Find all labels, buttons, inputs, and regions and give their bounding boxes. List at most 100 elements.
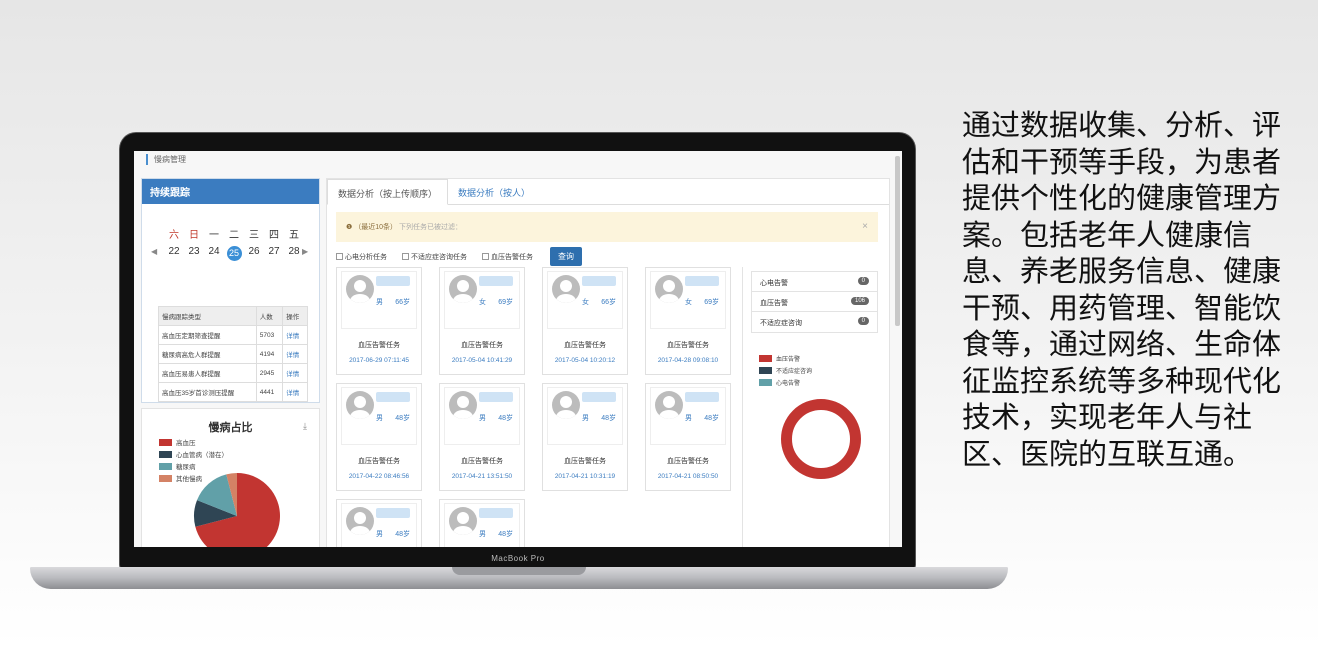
checkbox[interactable] — [402, 253, 409, 260]
card-photo: 女 69岁 — [650, 271, 726, 329]
task-time: 2017-06-29 07:11:45 — [349, 357, 409, 364]
stat-item[interactable]: 心电告警 0 — [752, 272, 877, 292]
name-blurred — [582, 392, 616, 402]
stat-label: 血压告警 — [760, 300, 788, 307]
weekday-label: 五 — [289, 230, 299, 241]
table-row: 高血压易患人群提醒 2945 详情 — [158, 363, 308, 383]
tab-by-upload-order[interactable]: 数据分析（按上传顺序） — [327, 179, 449, 205]
follow-table: 慢病跟踪类型 人数 操作 高血压定期筛查提醒 5703 详情 糖尿病高危人群提醒 4194 详… — [158, 306, 308, 402]
task-card[interactable]: 男 48岁 血压告警任务 2017-04-21 13:51:50 — [439, 383, 525, 491]
ring-segment[interactable] — [781, 399, 861, 479]
task-card[interactable]: 男 66岁 血压告警任务 2017-06-29 07:11:45 — [336, 267, 422, 375]
ring-legend: 血压告警 不适应症咨询心电告警 — [759, 352, 812, 388]
patient-sex: 男 — [376, 299, 383, 306]
task-time: 2017-04-21 10:31:19 — [554, 473, 616, 480]
task-time: 2017-05-04 10:20:12 — [554, 357, 616, 364]
checkbox[interactable] — [482, 253, 489, 260]
patient-age: 66岁 — [601, 299, 616, 306]
calendar-day[interactable]: 24 — [204, 246, 224, 261]
task-card[interactable]: 女 69岁 血压告警任务 2017-05-04 10:41:29 — [439, 267, 525, 375]
calendar-day[interactable]: 25 — [226, 246, 242, 261]
task-card[interactable]: 男 48岁 — [439, 499, 525, 547]
filter-ecg[interactable]: 心电分析任务 — [336, 252, 387, 262]
table-cell: 高血压易患人群提醒 — [158, 363, 257, 383]
legend-label: 心电告警 — [776, 380, 801, 387]
card-photo: 女 69岁 — [444, 271, 520, 329]
alert-text: 下列任务已被过滤： — [398, 224, 462, 231]
legend-swatch — [159, 450, 172, 458]
avatar-icon — [552, 391, 580, 419]
patient-sex: 女 — [582, 299, 589, 306]
disease-ratio-panel: 慢病占比 ⤓ 高血压 心血管病（潜在） 糖尿病 其他慢病 — [141, 408, 320, 547]
task-time: 2017-04-21 08:50:50 — [657, 473, 719, 480]
tab-by-person[interactable]: 数据分析（按人） — [448, 179, 540, 204]
patient-sex: 男 — [376, 531, 383, 538]
stat-item[interactable]: 血压告警 106 — [752, 292, 877, 312]
filter-alert: ❶ （最近10条） 下列任务已被过滤： × — [336, 212, 878, 242]
patient-age: 66岁 — [395, 299, 410, 306]
details-link[interactable]: 详情 — [282, 382, 308, 402]
task-card[interactable]: 男 48岁 血压告警任务 2017-04-21 10:31:19 — [542, 383, 628, 491]
weekday-label: 六 — [169, 230, 179, 241]
chart-title: 慢病占比 — [208, 422, 253, 434]
task-card[interactable]: 男 48岁血压告警任务 2017-04-21 08:50:50 — [645, 383, 731, 491]
download-icon[interactable]: ⤓ — [303, 421, 307, 432]
avatar-icon — [655, 275, 683, 303]
calendar-day[interactable]: 22 — [164, 246, 184, 261]
legend-item[interactable]: 血压告警 — [759, 352, 812, 364]
follow-panel: 持续跟踪 ◀ 六日一二三四五 22 23 24 25 26 27 28 ▶ 慢病跟踪类型 人数… — [141, 178, 320, 403]
table-header: 操作 — [282, 306, 308, 326]
filter-label: 心电分析任务 — [345, 253, 387, 261]
calendar-day[interactable]: 28 — [284, 246, 304, 261]
patient-sex: 男 — [685, 415, 692, 422]
name-blurred — [479, 276, 513, 286]
filter-bp[interactable]: 血压告警任务 — [482, 252, 533, 262]
patient-sex: 男 — [376, 415, 383, 422]
filter-consult[interactable]: 不适应症咨询任务 — [402, 252, 467, 262]
task-card[interactable]: 女 69岁 血压告警任务 2017-04-28 09:08:10 — [645, 267, 731, 375]
task-card[interactable]: 男 48岁 — [336, 499, 422, 547]
stat-item[interactable]: 不适应症咨询 0 — [752, 312, 877, 332]
weekday-label: 一 — [209, 230, 219, 241]
patient-age: 69岁 — [498, 299, 513, 306]
calendar-day[interactable]: 26 — [244, 246, 264, 261]
legend-label: 高血压 — [176, 440, 196, 447]
legend-swatch — [759, 354, 772, 362]
details-link[interactable]: 详情 — [282, 344, 308, 364]
card-photo: 男 48岁 — [341, 387, 417, 445]
task-card[interactable]: 女 66岁血压告警任务 2017-05-04 10:20:12 — [542, 267, 628, 375]
table-row: 高血压定期筛查提醒 5703 详情 — [158, 325, 308, 345]
filter-label: 血压告警任务 — [491, 253, 533, 261]
patient-sex: 男 — [582, 415, 589, 422]
analysis-tabs: 数据分析（按上传顺序） 数据分析（按人） — [327, 179, 889, 205]
task-type: 血压告警任务 — [564, 342, 606, 349]
calendar-day[interactable]: 23 — [184, 246, 204, 261]
prev-week-icon[interactable]: ◀ — [151, 247, 157, 256]
legend-swatch — [159, 462, 172, 470]
legend-item[interactable]: 不适应症咨询 — [759, 364, 812, 376]
legend-swatch — [159, 474, 172, 482]
checkbox[interactable] — [336, 253, 343, 260]
close-icon[interactable]: × — [862, 221, 868, 232]
patient-age: 48岁 — [601, 415, 616, 422]
legend-item[interactable]: 心电告警 — [759, 376, 812, 388]
next-week-icon[interactable]: ▶ — [302, 247, 308, 256]
stat-label: 心电告警 — [760, 280, 788, 287]
card-photo: 男 48岁 — [444, 503, 520, 547]
disease-pie-chart — [194, 473, 280, 547]
legend-item[interactable]: 心血管病（潜在） — [159, 448, 228, 460]
task-card[interactable]: 男 48岁 血压告警任务 2017-04-22 08:46:56 — [336, 383, 422, 491]
calendar-day[interactable]: 27 — [264, 246, 284, 261]
task-time: 2017-04-28 09:08:10 — [657, 357, 719, 364]
legend-item[interactable]: 高血压 — [159, 436, 228, 448]
card-photo: 男 48岁 — [650, 387, 726, 445]
details-link[interactable]: 详情 — [282, 325, 308, 345]
details-link[interactable]: 详情 — [282, 363, 308, 383]
laptop-label: MacBook Pro — [491, 554, 545, 563]
scrollbar[interactable] — [895, 156, 900, 326]
legend-swatch — [159, 438, 172, 446]
query-button[interactable]: 查询 — [550, 247, 582, 266]
task-type: 血压告警任务 — [667, 458, 709, 465]
name-blurred — [479, 508, 513, 518]
weekday-label: 日 — [189, 230, 199, 241]
